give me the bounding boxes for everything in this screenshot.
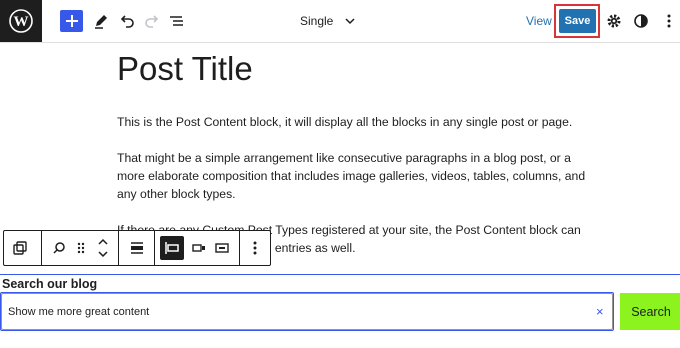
more-vertical-icon[interactable] xyxy=(244,237,266,259)
button-outside-icon[interactable] xyxy=(188,237,210,259)
search-button[interactable]: Search xyxy=(620,293,680,330)
gear-icon[interactable] xyxy=(603,10,625,32)
clear-search-icon[interactable]: × xyxy=(596,304,604,319)
search-label[interactable]: Search our blog xyxy=(2,277,97,291)
search-input[interactable]: Show me more great content xyxy=(1,293,613,330)
button-inside-icon[interactable] xyxy=(211,237,233,259)
toolbar-separator xyxy=(239,231,240,265)
align-left-icon xyxy=(165,242,179,254)
save-button[interactable]: Save xyxy=(559,9,596,33)
transform-icon[interactable] xyxy=(9,237,31,259)
pencil-icon[interactable] xyxy=(90,10,112,32)
toolbar-separator xyxy=(118,231,119,265)
toolbar-separator xyxy=(41,231,42,265)
post-content-paragraph[interactable]: This is the Post Content block, it will … xyxy=(117,113,587,131)
chevron-down-icon xyxy=(345,18,355,25)
justify-icon[interactable] xyxy=(126,237,148,259)
wordpress-logo-icon[interactable]: W xyxy=(0,0,42,42)
redo-icon[interactable] xyxy=(141,10,163,32)
toolbar-divider xyxy=(0,42,680,43)
post-content-paragraph[interactable]: That might be a simple arrangement like … xyxy=(117,149,587,203)
document-title-dropdown[interactable]: Single xyxy=(300,10,356,32)
search-icon[interactable] xyxy=(48,237,70,259)
more-vertical-icon[interactable] xyxy=(658,10,680,32)
toolbar-separator xyxy=(154,231,155,265)
search-input-value: Show me more great content xyxy=(8,305,150,318)
contrast-icon[interactable] xyxy=(630,10,652,32)
align-left-button-active[interactable] xyxy=(160,236,184,260)
plus-icon xyxy=(65,15,78,27)
list-view-icon[interactable] xyxy=(166,10,188,32)
drag-handle-icon[interactable] xyxy=(70,237,92,259)
block-toolbar xyxy=(3,230,271,266)
view-link[interactable]: View xyxy=(526,14,552,28)
add-block-button[interactable] xyxy=(60,10,83,32)
undo-icon[interactable] xyxy=(116,10,138,32)
move-down-icon[interactable] xyxy=(95,249,111,260)
move-up-icon[interactable] xyxy=(95,237,111,248)
svg-text:W: W xyxy=(14,14,29,30)
post-title[interactable]: Post Title xyxy=(117,50,253,88)
document-title: Single xyxy=(300,14,334,28)
